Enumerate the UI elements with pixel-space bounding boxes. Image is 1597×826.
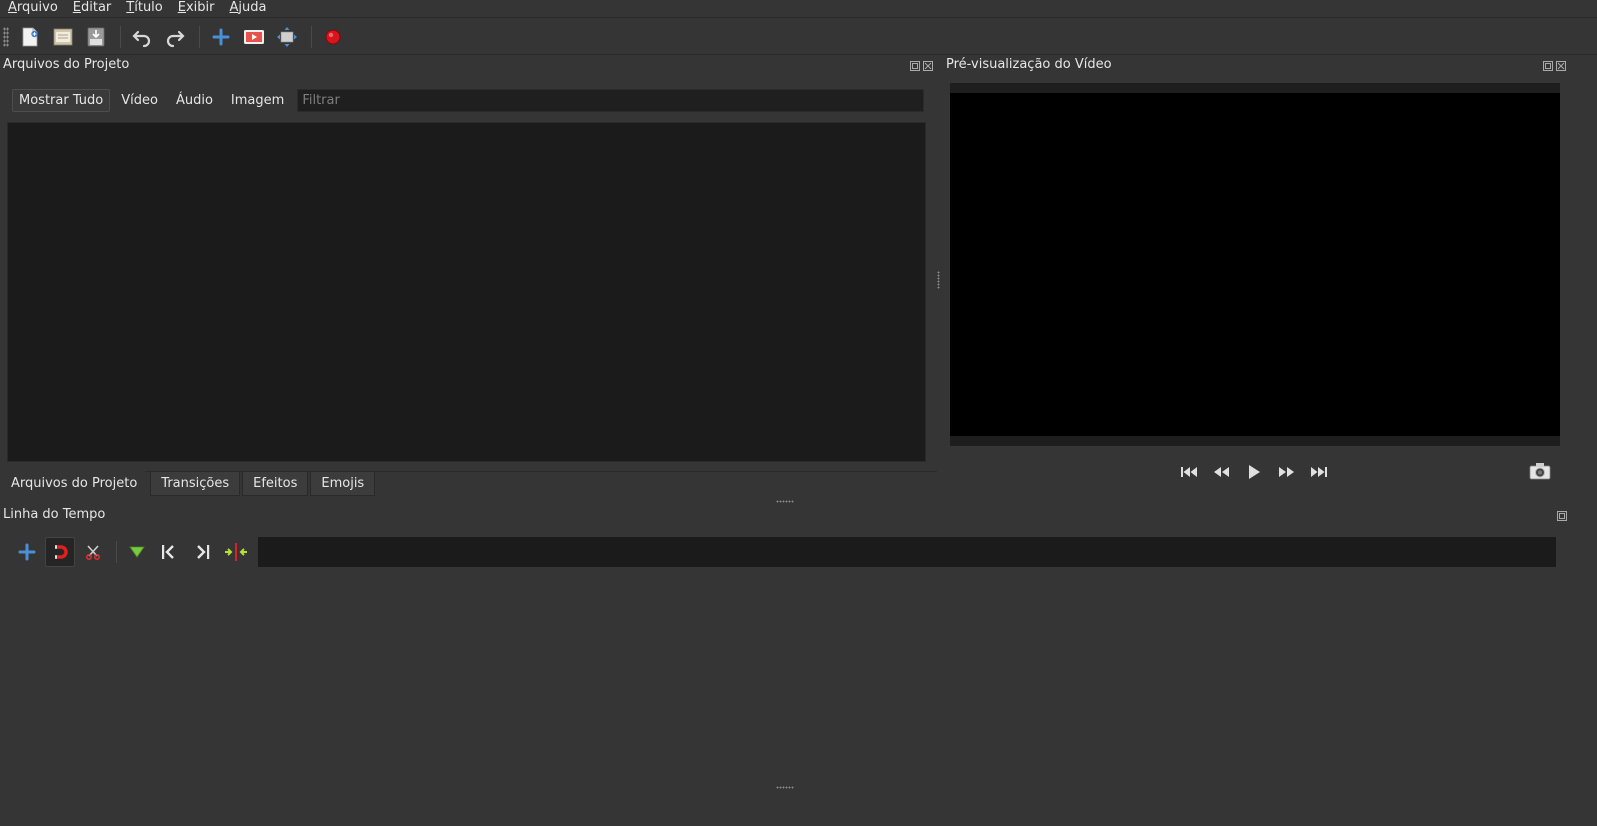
save-project-icon (87, 27, 105, 46)
menu-mnemonic: E (72, 0, 81, 15)
scissors-icon (86, 545, 100, 560)
previous-marker-icon (162, 545, 174, 559)
undo-icon (132, 30, 151, 47)
main-toolbar (0, 19, 1597, 55)
add-track-icon (18, 543, 36, 561)
undo-button[interactable] (127, 22, 157, 52)
toolbar-separator (116, 541, 117, 563)
razor-tool-button[interactable] (78, 537, 108, 567)
video-preview-title: Pré-visualização do Vídeo (946, 57, 1112, 72)
project-files-dock-controls (909, 60, 933, 71)
center-playhead-icon (225, 543, 247, 561)
choose-profile-icon (244, 29, 264, 44)
project-files-list[interactable] (7, 122, 926, 462)
vertical-splitter-handle[interactable] (937, 271, 940, 289)
tab-project-files[interactable]: Arquivos do Projeto (0, 472, 149, 496)
export-video-icon (325, 29, 341, 44)
new-project-icon (22, 27, 38, 46)
add-track-button[interactable] (12, 537, 42, 567)
menu-arquivo[interactable]: Arquivo (0, 0, 65, 18)
jump-end-button[interactable] (1306, 460, 1330, 484)
menu-label: ítulo (134, 0, 163, 15)
fast-forward-button[interactable] (1274, 460, 1298, 484)
dock-tab-bar: Arquivos do Projeto Transições Efeitos E… (0, 472, 377, 496)
menu-label: rquivo (16, 0, 58, 15)
next-marker-icon (197, 545, 210, 559)
toolbar-separator (311, 25, 312, 48)
filter-image[interactable]: Imagem (224, 89, 291, 112)
rewind-icon (1214, 467, 1229, 477)
video-preview-dock-controls (1542, 60, 1566, 71)
timeline-dock-controls (1556, 510, 1567, 521)
fullscreen-button[interactable] (272, 22, 302, 52)
menu-label: juda (238, 0, 267, 15)
toolbar-grip[interactable] (3, 26, 9, 47)
export-video-button[interactable] (318, 22, 348, 52)
play-button[interactable] (1242, 460, 1266, 484)
timeline-title: Linha do Tempo (3, 507, 106, 522)
menu-mnemonic: A (8, 0, 17, 15)
project-files-title: Arquivos do Projeto (3, 57, 130, 72)
toolbar-separator (199, 25, 200, 48)
float-dock-button[interactable] (1542, 60, 1553, 71)
menu-label: xibir (185, 0, 215, 15)
snapshot-button[interactable] (1527, 460, 1553, 482)
fast-forward-icon (1279, 467, 1294, 477)
menu-mnemonic: E (177, 0, 186, 15)
snapping-toggle[interactable] (45, 537, 75, 567)
import-files-button[interactable] (206, 22, 236, 52)
filter-audio[interactable]: Áudio (169, 89, 220, 112)
previous-marker-button[interactable] (155, 537, 185, 567)
float-dock-button[interactable] (1556, 510, 1567, 521)
magnet-icon (55, 545, 68, 559)
menu-ajuda[interactable]: Ajuda (221, 0, 273, 18)
add-marker-button[interactable] (122, 537, 152, 567)
float-icon (1542, 60, 1553, 71)
close-dock-button[interactable] (1555, 60, 1566, 71)
jump-start-button[interactable] (1178, 460, 1202, 484)
float-icon (909, 60, 920, 71)
rewind-button[interactable] (1210, 460, 1234, 484)
fullscreen-icon (277, 26, 297, 47)
video-preview-screen[interactable] (950, 93, 1560, 436)
import-files-icon (212, 28, 230, 45)
open-project-icon (53, 28, 73, 45)
horizontal-splitter-handle[interactable] (776, 786, 794, 789)
toolbar-separator (120, 25, 121, 48)
camera-icon (1529, 463, 1551, 480)
redo-icon (166, 30, 185, 47)
timeline-ruler[interactable] (258, 537, 1556, 567)
new-project-button[interactable] (15, 22, 45, 52)
open-project-button[interactable] (48, 22, 78, 52)
tab-transitions[interactable]: Transições (150, 472, 241, 496)
menu-titulo[interactable]: Título (118, 0, 169, 18)
menu-label: ditar (81, 0, 112, 15)
float-dock-button[interactable] (909, 60, 920, 71)
redo-button[interactable] (160, 22, 190, 52)
save-project-button[interactable] (81, 22, 111, 52)
close-icon (922, 60, 933, 71)
filter-show-all[interactable]: Mostrar Tudo (12, 88, 111, 112)
tab-effects[interactable]: Efeitos (242, 472, 309, 496)
tab-emojis[interactable]: Emojis (310, 472, 376, 496)
player-controls (1178, 460, 1330, 484)
filter-input[interactable]: Filtrar (297, 88, 924, 112)
close-dock-button[interactable] (922, 60, 933, 71)
marker-icon (129, 546, 145, 558)
play-icon (1249, 465, 1260, 479)
horizontal-splitter-handle[interactable] (776, 500, 794, 503)
float-icon (1556, 510, 1567, 521)
jump-end-icon (1311, 467, 1327, 477)
menu-editar[interactable]: Editar (65, 0, 119, 18)
filter-video[interactable]: Vídeo (114, 89, 165, 112)
menu-bar: Arquivo Editar Título Exibir Ajuda (0, 0, 1597, 18)
menu-exibir[interactable]: Exibir (170, 0, 222, 18)
next-marker-button[interactable] (188, 537, 218, 567)
choose-profile-button[interactable] (239, 22, 269, 52)
close-icon (1555, 60, 1566, 71)
center-playhead-button[interactable] (221, 537, 251, 567)
jump-start-icon (1181, 467, 1197, 477)
timeline-toolbar (12, 536, 254, 568)
file-filter-bar: Mostrar Tudo Vídeo Áudio Imagem Filtrar (12, 88, 924, 112)
